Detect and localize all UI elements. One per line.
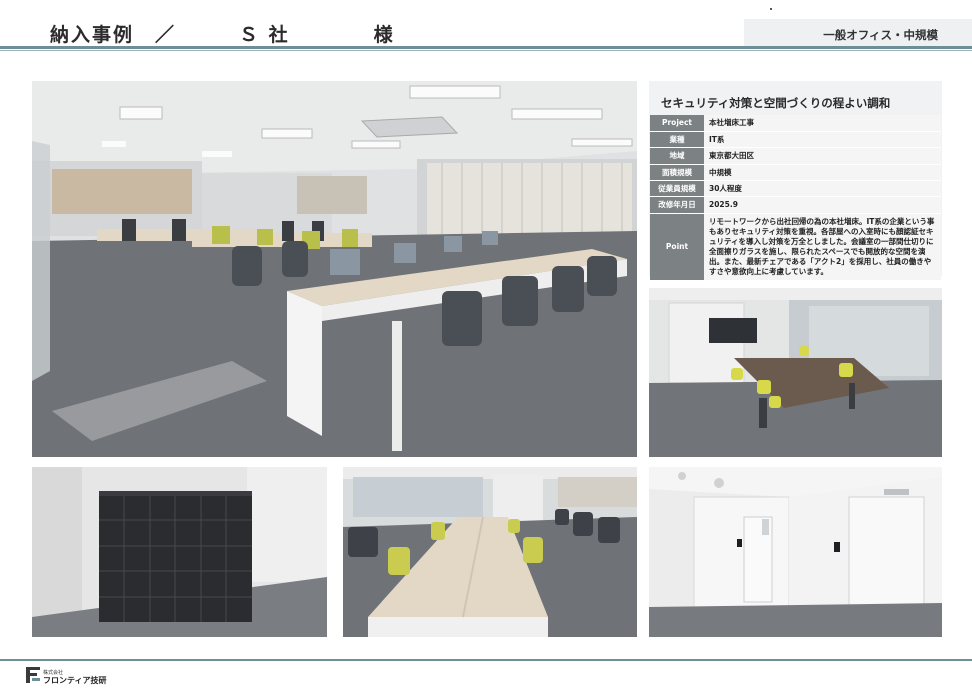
decorative-dot xyxy=(770,8,772,10)
info-row: 地域 東京都大田区 xyxy=(650,147,941,165)
header-rule xyxy=(0,46,972,49)
info-value: 中規模 xyxy=(704,164,941,182)
info-row: 面積規模 中規模 xyxy=(650,164,941,182)
info-value: 東京都大田区 xyxy=(704,147,941,165)
info-row: 改修年月日 2025.9 xyxy=(650,196,941,214)
info-label: 業種 xyxy=(650,131,704,149)
info-value: IT系 xyxy=(704,131,941,149)
photo-open-office xyxy=(32,81,637,457)
info-value: 2025.9 xyxy=(704,196,941,214)
photo-desk-row xyxy=(343,467,637,637)
info-value: 本社増床工事 xyxy=(704,115,941,132)
point-label: Point xyxy=(650,213,704,281)
info-label: 改修年月日 xyxy=(650,196,704,214)
page-title: 納入事例 ／ Ｓ 社 様 xyxy=(50,24,395,46)
point-text: リモートワークから出社回帰の為の本社増床。IT系の企業という事もありセキュリティ… xyxy=(704,213,941,281)
info-row: Project 本社増床工事 xyxy=(650,115,941,132)
photo-meeting-room xyxy=(649,288,942,457)
photo-lockers xyxy=(32,467,327,637)
info-label: 地域 xyxy=(650,147,704,165)
project-info-panel: セキュリティ対策と空間づくりの程よい調和 Project 本社増床工事 業種 I… xyxy=(649,81,942,281)
company-logo-icon xyxy=(26,667,40,683)
info-label: 従業員規模 xyxy=(650,180,704,198)
info-row-point: Point リモートワークから出社回帰の為の本社増床。IT系の企業という事もあり… xyxy=(650,213,941,281)
info-label: 面積規模 xyxy=(650,164,704,182)
info-heading: セキュリティ対策と空間づくりの程よい調和 xyxy=(661,96,891,110)
company-name: フロンティア技研 xyxy=(43,676,107,685)
photo-security-doors xyxy=(649,467,942,637)
info-row: 業種 IT系 xyxy=(650,131,941,149)
page-header: 納入事例 ／ Ｓ 社 様 一般オフィス・中規模 xyxy=(0,0,972,52)
info-row: 従業員規模 30人程度 xyxy=(650,180,941,198)
info-value: 30人程度 xyxy=(704,180,941,198)
info-label: Project xyxy=(650,115,704,132)
category-badge: 一般オフィス・中規模 xyxy=(744,19,972,47)
category-label: 一般オフィス・中規模 xyxy=(823,28,938,42)
project-info-table: Project 本社増床工事 業種 IT系 地域 東京都大田区 面積規模 中規模… xyxy=(650,115,941,281)
footer-rule xyxy=(0,659,972,661)
header-rule-thin xyxy=(0,50,972,51)
